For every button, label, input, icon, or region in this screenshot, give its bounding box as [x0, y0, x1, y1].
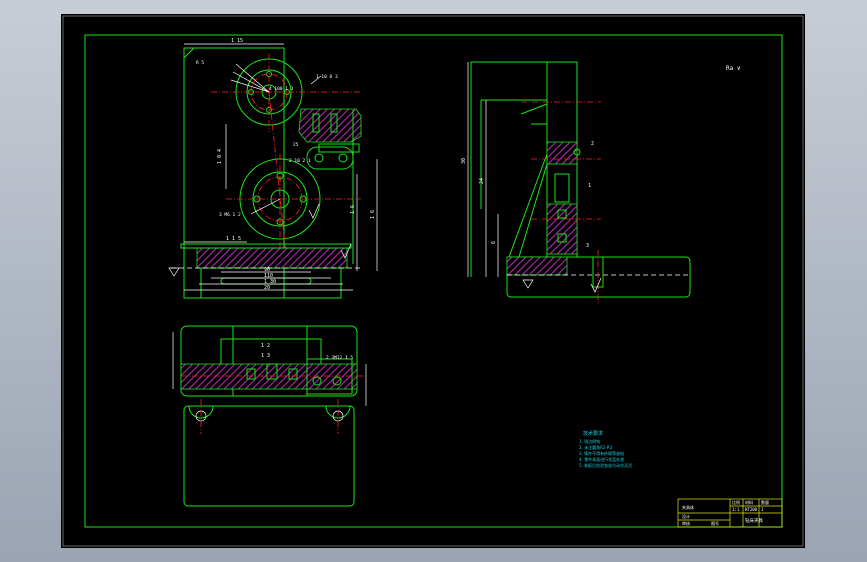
tb-drawing-no: 图号 — [711, 520, 719, 526]
dim-b2: 1 3 — [261, 353, 270, 359]
tech-req-line-1: 1. 锐边倒钝 — [579, 438, 600, 444]
tech-req-line-3: 3. 铸件不得有砂眼等缺陷 — [579, 450, 624, 456]
callout-25: 25 — [293, 142, 299, 148]
outer-border — [62, 15, 804, 547]
callout-arm: 1 10 0 3 — [316, 74, 338, 80]
tb-scale-label: 比例 — [732, 499, 740, 505]
tb-scale-value: 1:1 — [732, 507, 740, 512]
dim-d3: 1 — [588, 183, 591, 189]
callout-r5: R 5 — [196, 60, 204, 66]
dim-b3: 2 3M12 1 5 — [326, 355, 353, 361]
tech-req-line-5: 5. 装配后检验各部位动作灵活 — [579, 462, 632, 468]
dim-d4: 2 — [591, 141, 594, 147]
callout-slot: 2 10 2 1 — [289, 158, 311, 164]
dim-b1: 1 2 — [261, 343, 270, 349]
tech-requirements: 技术要求 1. 锐边倒钝 2. 未注圆角R2-R3 3. 铸件不得有砂眼等缺陷 … — [579, 430, 632, 468]
tb-part-name: 夹具体 — [682, 504, 694, 510]
dim-vertical-1: 1 0 4 — [217, 149, 223, 164]
drawing-sheet: 1 15 1 0 4 1 6 1 6 1 1 5 90 110 1 30 20 … — [61, 14, 805, 548]
top-view: 1 2 1 3 2 3M12 1 5 — [172, 325, 367, 507]
dim-d1: 24 — [479, 178, 485, 184]
dim-d5: 3 — [586, 243, 589, 249]
dim-overall-height: 30 — [461, 158, 467, 164]
tech-req-line-2: 2. 未注圆角R2-R3 — [579, 444, 613, 450]
roughness-note: Ra ∨ — [726, 65, 741, 72]
inner-frame — [84, 34, 783, 528]
dim-top-width: 1 15 — [231, 38, 243, 44]
tb-assembly-name: 钻床夹具 — [745, 517, 763, 524]
side-view: 30 24 6 1 2 3 — [461, 61, 691, 304]
tech-req-title: 技术要求 — [583, 430, 603, 437]
dim-left-offset: 1 1 5 — [226, 236, 241, 242]
front-view: 1 15 1 0 4 1 6 1 6 1 1 5 90 110 1 30 20 … — [168, 38, 378, 299]
front-base-section — [196, 247, 348, 269]
tb-qty-value: 1 — [761, 507, 764, 512]
tech-req-line-4: 4. 零件表面进行发蓝处理 — [579, 456, 624, 462]
dim-d2: 6 — [491, 241, 497, 244]
title-block: 夹具体 比例 1:1 材料 HT200 数量 1 钻床夹具 设计 审核 图号 — [677, 498, 783, 528]
tb-qty-label: 数量 — [761, 499, 769, 505]
tb-designer: 设计 — [682, 513, 690, 519]
callout-upper: 4 100 1 3 — [269, 86, 294, 92]
clamp-arm-section — [298, 108, 362, 143]
dim-height-total: 1 6 — [370, 210, 376, 219]
tb-material-label: 材料 — [745, 499, 753, 505]
callout-lower: 3 M6 1 2 — [219, 212, 241, 218]
tb-material-value: HT200 — [745, 507, 758, 512]
top-lower-plate — [183, 405, 355, 507]
dim-height-right: 1 6 — [350, 205, 356, 214]
dim-base-4: 20 — [264, 285, 270, 291]
cad-drawing: 1 15 1 0 4 1 6 1 6 1 1 5 90 110 1 30 20 … — [62, 15, 804, 547]
tb-checker: 审核 — [682, 520, 690, 526]
